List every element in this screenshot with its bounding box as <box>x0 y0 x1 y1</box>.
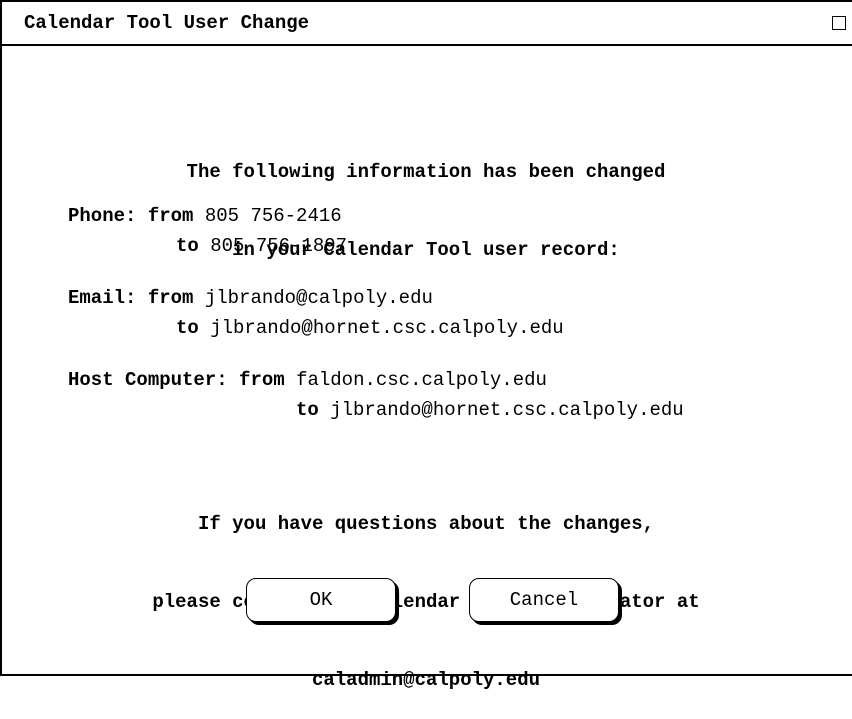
email-from-keyword: from <box>147 287 194 309</box>
contact-info: If you have questions about the changes,… <box>0 459 852 719</box>
email-from-row: Email: from jlbrando@calpoly.edu <box>68 284 433 312</box>
phone-label: Phone: <box>68 205 137 227</box>
phone-to-keyword: to <box>176 235 199 257</box>
host-label: Host Computer: <box>68 369 228 391</box>
heading-line-1: The following information has been chang… <box>186 161 666 183</box>
phone-from-value: 805 756-2416 <box>204 205 342 227</box>
change-heading: The following information has been chang… <box>0 107 852 289</box>
window-title: Calendar Tool User Change <box>24 12 310 34</box>
host-from-value: faldon.csc.calpoly.edu <box>296 369 547 391</box>
host-from-keyword: from <box>239 369 285 391</box>
email-to-value: jlbrando@hornet.csc.calpoly.edu <box>210 317 564 339</box>
host-from-row: Host Computer: from faldon.csc.calpoly.e… <box>68 366 547 394</box>
phone-to-row: to 805 756-1897 <box>176 232 347 260</box>
heading-line-2: in your Calendar Tool user record: <box>232 239 620 261</box>
host-to-value: jlbrando@hornet.csc.calpoly.edu <box>330 399 684 421</box>
phone-to-value: 805 756-1897 <box>210 235 348 257</box>
footer-line-1: If you have questions about the changes, <box>197 513 655 535</box>
footer-line-2: please contact the Calendar Tool adminst… <box>152 591 700 613</box>
phone-from-row: Phone: from 805 756-2416 <box>68 202 342 230</box>
minimize-icon[interactable] <box>832 16 846 30</box>
ok-button[interactable]: OK <box>246 578 396 622</box>
host-to-row: to jlbrando@hornet.csc.calpoly.edu <box>296 396 684 424</box>
email-from-value: jlbrando@calpoly.edu <box>204 287 433 309</box>
phone-from-keyword: from <box>147 205 194 227</box>
email-to-keyword: to <box>176 317 199 339</box>
cancel-button[interactable]: Cancel <box>469 578 619 622</box>
admin-email: caladmin@calpoly.edu <box>311 669 541 691</box>
email-label: Email: <box>68 287 137 309</box>
host-to-keyword: to <box>296 399 319 421</box>
title-bar[interactable]: Calendar Tool User Change <box>2 2 852 46</box>
email-to-row: to jlbrando@hornet.csc.calpoly.edu <box>176 314 564 342</box>
